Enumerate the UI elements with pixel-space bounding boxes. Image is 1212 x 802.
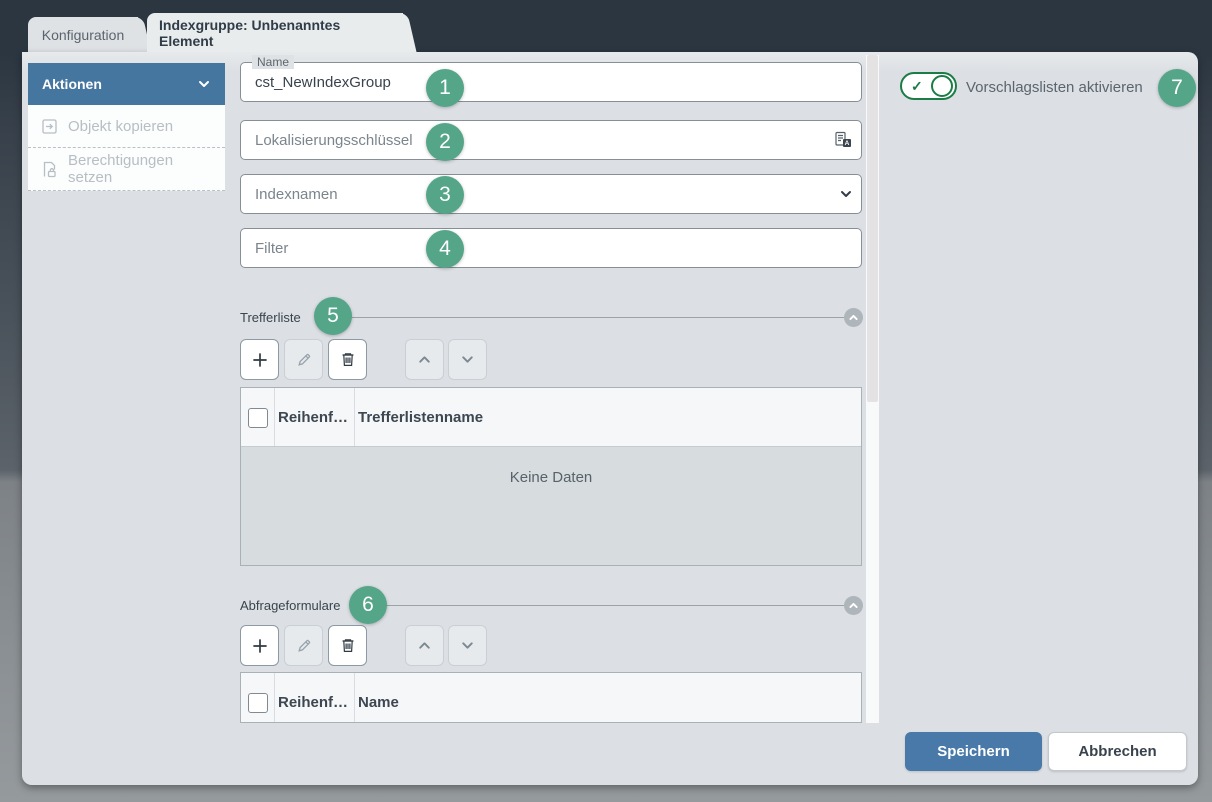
menu-item-label: Objekt kopieren [68, 118, 173, 135]
actions-menu-list: Objekt kopieren Berechtigungen setzen [28, 105, 225, 191]
column-header-name: Name [358, 673, 399, 723]
table-header-row: Reihenf… Trefferlistenname [241, 388, 861, 447]
chevron-up-icon [848, 600, 859, 611]
chevron-up-icon [848, 312, 859, 323]
queryforms-move-up-button [405, 625, 444, 666]
hitlist-delete-button[interactable] [328, 339, 367, 380]
index-names-input[interactable] [241, 175, 861, 213]
chevron-up-icon [417, 352, 432, 367]
trash-icon [340, 351, 356, 368]
hitlist-move-down-button [448, 339, 487, 380]
queryforms-move-down-button [448, 625, 487, 666]
queryforms-add-button[interactable] [240, 625, 279, 666]
hitlist-section-title: Trefferliste [240, 310, 301, 325]
trash-icon [340, 637, 356, 654]
menu-item-copy-object: Objekt kopieren [28, 105, 225, 148]
hitlist-edit-button [284, 339, 323, 380]
plus-icon [251, 637, 269, 655]
suggestions-toggle[interactable]: ✓ [900, 72, 957, 100]
queryforms-collapse-button[interactable] [844, 596, 863, 615]
chevron-down-icon [460, 352, 475, 367]
select-all-checkbox[interactable] [248, 408, 268, 428]
hitlist-table: Reihenf… Trefferlistenname Keine Daten [240, 387, 862, 566]
tab-konfiguration[interactable]: Konfiguration [28, 17, 138, 52]
select-all-checkbox[interactable] [248, 693, 268, 713]
tab-close-icon[interactable]: ✕ [391, 24, 403, 41]
name-input[interactable] [241, 63, 861, 101]
cancel-button[interactable]: Abbrechen [1048, 732, 1187, 771]
actions-menu-label: Aktionen [42, 76, 102, 92]
menu-item-set-permissions: Berechtigungen setzen [28, 148, 225, 191]
localization-key-input[interactable] [241, 121, 861, 159]
suggestions-toggle-label: Vorschlagslisten aktivieren [966, 79, 1143, 96]
pencil-icon [296, 638, 312, 654]
queryforms-section-title: Abfrageformulare [240, 598, 340, 613]
hitlist-collapse-button[interactable] [844, 308, 863, 327]
table-header-row: Reihenf… Name [241, 673, 861, 723]
toggle-check-icon: ✓ [911, 79, 923, 93]
column-header-order: Reihenf… [278, 388, 348, 446]
index-names-select [240, 174, 862, 214]
queryforms-table: Reihenf… Name [240, 672, 862, 723]
menu-item-label: Berechtigungen setzen [68, 152, 212, 186]
chevron-down-icon [460, 638, 475, 653]
permissions-lock-icon [41, 161, 58, 178]
queryforms-delete-button[interactable] [328, 625, 367, 666]
filter-field [240, 228, 862, 268]
annotation-badge-5: 5 [314, 297, 352, 335]
queryforms-edit-button [284, 625, 323, 666]
pencil-icon [296, 352, 312, 368]
tab-indexgruppe[interactable]: Indexgruppe: Unbenanntes Element ✕ [147, 13, 403, 52]
hitlist-add-button[interactable] [240, 339, 279, 380]
empty-state-text: Keine Daten [241, 469, 861, 486]
column-header-name: Trefferlistenname [358, 388, 483, 446]
annotation-badge-2: 2 [426, 123, 464, 161]
name-field [240, 62, 862, 102]
annotation-badge-7: 7 [1158, 69, 1196, 107]
chevron-down-icon [197, 77, 211, 91]
chevron-up-icon [417, 638, 432, 653]
name-field-label: Name [252, 55, 294, 69]
column-header-order: Reihenf… [278, 673, 348, 723]
save-button[interactable]: Speichern [905, 732, 1042, 771]
toggle-knob [931, 75, 953, 97]
svg-text:A: A [845, 140, 850, 147]
tab-indexgruppe-label: Indexgruppe: Unbenanntes Element [159, 17, 382, 49]
app-window: Konfiguration Indexgruppe: Unbenanntes E… [0, 0, 1212, 802]
annotation-badge-3: 3 [426, 176, 464, 214]
tab-konfiguration-label: Konfiguration [42, 27, 125, 43]
filter-input[interactable] [241, 229, 861, 267]
copy-object-icon [41, 118, 58, 135]
annotation-badge-6: 6 [349, 586, 387, 624]
content-scrollbar-thumb[interactable] [867, 55, 878, 402]
annotation-badge-4: 4 [426, 230, 464, 268]
hitlist-move-up-button [405, 339, 444, 380]
annotation-badge-1: 1 [426, 69, 464, 107]
select-chevron-icon [839, 187, 853, 201]
section-divider [360, 605, 844, 606]
actions-menu-header[interactable]: Aktionen [28, 63, 225, 105]
localization-key-field: A [240, 120, 862, 160]
section-divider [320, 317, 844, 318]
localization-icon[interactable]: A [833, 130, 853, 150]
plus-icon [251, 351, 269, 369]
